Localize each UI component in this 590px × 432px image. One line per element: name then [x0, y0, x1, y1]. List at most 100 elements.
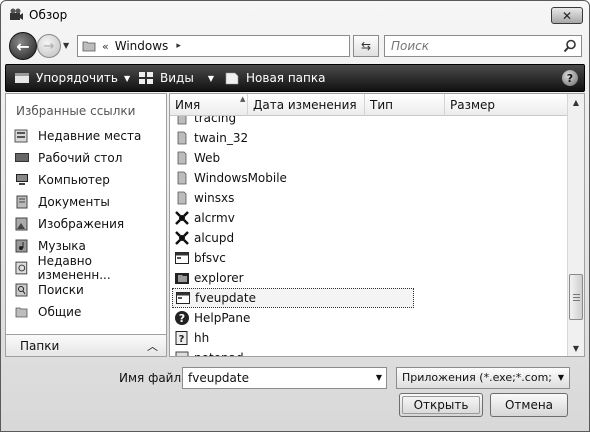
vertical-scrollbar[interactable]: ▲ ▼	[567, 94, 584, 356]
nav-item-recent-places[interactable]: Недавние места	[14, 126, 141, 146]
nav-item-label: Недавно измененн...	[37, 254, 111, 282]
grip-line	[573, 300, 580, 301]
file-row[interactable]: ? hh	[174, 328, 209, 348]
column-label: Тип	[370, 98, 393, 112]
scroll-up-icon[interactable]: ▲	[568, 94, 584, 110]
filename-input[interactable]: fveupdate	[188, 371, 249, 385]
arrow-right-icon: →	[43, 38, 55, 54]
chevron-down-icon[interactable]: ▼	[376, 373, 382, 382]
file-name: notepad	[194, 351, 244, 356]
window-app-icon	[175, 252, 189, 264]
nav-item-documents[interactable]: Документы	[14, 192, 110, 212]
file-row[interactable]: notepad	[174, 348, 244, 356]
search-box[interactable]: Поиск	[384, 35, 582, 57]
file-row[interactable]: twain_32	[174, 128, 248, 148]
nav-item-computer[interactable]: Компьютер	[14, 170, 110, 190]
folder-icon	[177, 151, 187, 165]
gear-app-icon	[175, 231, 189, 245]
gear-app-icon	[175, 211, 189, 225]
recently-changed-icon	[15, 261, 28, 275]
file-name: hh	[194, 331, 210, 345]
file-row[interactable]: tracing	[174, 116, 236, 128]
column-label: Имя	[175, 98, 201, 112]
nav-item-desktop[interactable]: Рабочий стол	[14, 148, 122, 168]
help-app-icon: ?	[175, 311, 189, 325]
nav-item-label: Документы	[38, 195, 110, 209]
file-row[interactable]: bfsvc	[174, 248, 226, 268]
scroll-down-icon[interactable]: ▼	[568, 340, 584, 356]
focus-ring	[402, 396, 480, 414]
column-header-type[interactable]: Тип	[365, 94, 445, 116]
window-app-icon	[176, 292, 190, 304]
nav-item-searches[interactable]: Поиски	[14, 280, 84, 300]
scroll-thumb[interactable]	[569, 274, 583, 320]
organize-menu[interactable]: Упорядочить ▼	[14, 65, 130, 91]
file-type-value: Приложения (*.exe;*.com;*.icd	[402, 371, 552, 384]
file-row[interactable]: winsxs	[174, 188, 234, 208]
organize-icon	[15, 73, 29, 83]
help-doc-app-icon: ?	[175, 331, 188, 345]
new-folder-button[interactable]: Новая папка	[224, 65, 325, 91]
nav-item-music[interactable]: Музыка	[14, 236, 86, 256]
views-label: Виды	[160, 71, 194, 85]
file-type-select[interactable]: Приложения (*.exe;*.com;*.icd ▼	[396, 367, 570, 389]
file-name: explorer	[194, 271, 244, 285]
forward-button[interactable]: →	[37, 34, 61, 58]
column-header-size[interactable]: Размер	[445, 94, 568, 116]
file-name: winsxs	[194, 191, 235, 205]
chevron-down-icon: ▼	[123, 73, 131, 83]
file-row[interactable]: WindowsMobile	[174, 168, 287, 188]
filename-combobox[interactable]: fveupdate ▼	[182, 367, 387, 389]
window-title: Обзор	[29, 8, 68, 22]
nav-item-public[interactable]: Общие	[14, 302, 81, 322]
close-button[interactable]: ✕	[551, 7, 583, 24]
refresh-icon: ⇆	[360, 39, 372, 53]
command-bar: Упорядочить ▼ Виды ▼ Новая папка ?	[5, 64, 585, 92]
help-icon: ?	[566, 71, 574, 85]
grip-line	[573, 297, 580, 298]
back-button[interactable]: ←	[9, 32, 37, 60]
title-bar: Обзор ✕	[1, 1, 589, 29]
explorer-app-icon	[175, 273, 189, 284]
file-row[interactable]: alcupd	[174, 228, 234, 248]
cancel-button[interactable]: Отмена	[490, 393, 568, 417]
nav-item-pictures[interactable]: Изображения	[14, 214, 124, 234]
file-row[interactable]: alcrmv	[174, 208, 235, 228]
views-menu[interactable]: Виды ▼	[138, 65, 214, 91]
recent-pages-dropdown[interactable]: ▼	[63, 41, 69, 50]
svg-text:?: ?	[179, 312, 185, 325]
open-button[interactable]: Открыть	[399, 393, 483, 417]
search-input[interactable]: Поиск	[391, 39, 429, 53]
nav-item-label: Музыка	[38, 239, 86, 253]
open-file-dialog: Обзор ✕ ← → ▼ « Windows ▸ ▼ ⇆ Поиск	[0, 0, 590, 432]
column-header-date[interactable]: Дата изменения	[248, 94, 365, 116]
nav-item-recently-changed[interactable]: Недавно измененн...	[14, 254, 166, 282]
nav-item-label: Рабочий стол	[38, 151, 123, 165]
folders-toggle[interactable]: Папки ︿	[6, 334, 166, 356]
chevron-down-icon: ▼	[557, 373, 564, 382]
refresh-button[interactable]: ⇆	[353, 35, 379, 57]
new-folder-label: Новая папка	[246, 71, 326, 85]
chevron-up-icon: ︿	[147, 340, 158, 353]
file-name: alcrmv	[194, 211, 235, 225]
nav-item-label: Поиски	[38, 283, 84, 297]
folder-icon	[177, 191, 187, 205]
breadcrumb-windows[interactable]: Windows	[115, 39, 169, 53]
nav-item-label: Недавние места	[38, 129, 142, 143]
folder-icon	[82, 41, 96, 52]
column-header-name[interactable]: ▲ Имя	[170, 94, 248, 116]
file-row[interactable]: ? HelpPane	[174, 308, 250, 328]
address-bar[interactable]: « Windows ▸ ▼	[77, 35, 423, 57]
chevron-down-icon: ▼	[207, 73, 214, 83]
help-button[interactable]: ?	[562, 70, 578, 86]
search-icon[interactable]	[563, 39, 577, 53]
file-row-selected[interactable]: fveupdate	[172, 288, 414, 308]
breadcrumb-arrow-icon[interactable]: ▸	[176, 41, 181, 51]
file-row[interactable]: Web	[174, 148, 220, 168]
nav-item-label: Общие	[38, 305, 82, 319]
recent-places-icon	[14, 129, 28, 143]
folder-icon	[177, 131, 187, 145]
file-name: WindowsMobile	[194, 171, 287, 185]
breadcrumb-overflow[interactable]: «	[102, 40, 109, 53]
file-row[interactable]: explorer	[174, 268, 244, 288]
